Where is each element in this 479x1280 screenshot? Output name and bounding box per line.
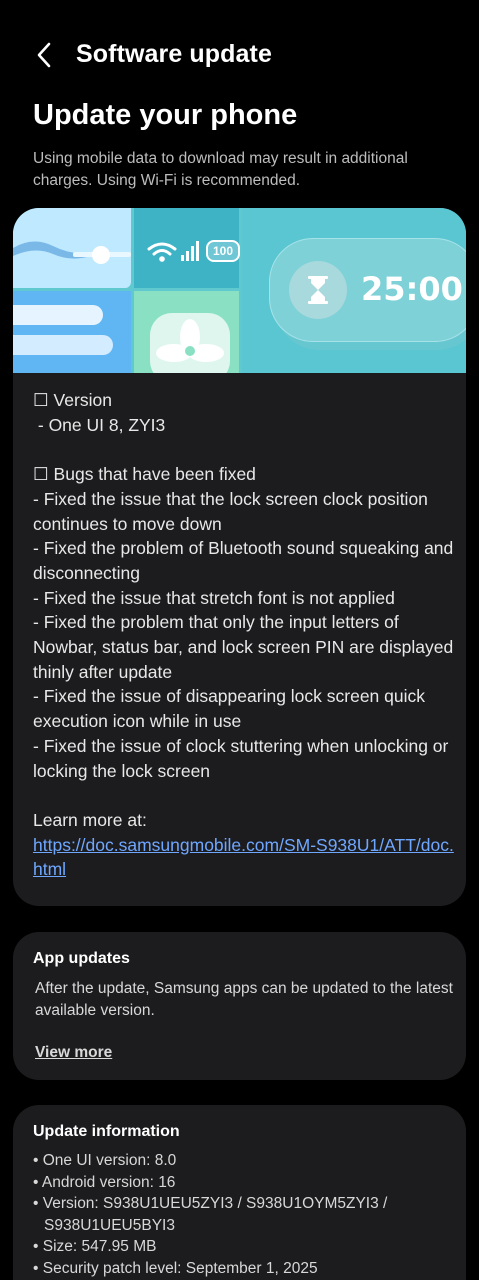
view-more-link[interactable]: View more xyxy=(35,1044,112,1062)
chevron-left-icon xyxy=(37,42,51,68)
app-updates-body: After the update, Samsung apps can be up… xyxy=(35,980,453,1019)
fan-icon xyxy=(150,313,230,373)
bug-item: - Fixed the issue of clock stuttering wh… xyxy=(33,735,454,781)
learn-more-link[interactable]: https://doc.samsungmobile.com/SM-S938U1/… xyxy=(33,835,454,880)
info-item: • Android version: 16 xyxy=(33,1173,176,1191)
bug-item: - Fixed the issue of disappearing lock s… xyxy=(33,686,430,732)
release-notes-card[interactable]: 100 25:00 ☐ Version - One UI 8, ZYI3 ☐ B… xyxy=(13,208,466,906)
signal-icon xyxy=(181,241,199,261)
learn-more-label: Learn more at: xyxy=(33,809,147,830)
bug-item: - Fixed the problem of Bluetooth sound s… xyxy=(33,538,459,583)
fan-tile xyxy=(134,291,239,373)
toggle-tile xyxy=(13,291,131,373)
app-updates-title: App updates xyxy=(33,950,130,967)
header-title: Software update xyxy=(76,40,272,68)
timer-text: 25:00 xyxy=(361,270,463,308)
app-header: Software update xyxy=(0,0,479,110)
wifi-icon xyxy=(147,242,177,262)
bug-item: - Fixed the problem that only the input … xyxy=(33,612,459,682)
version-value: - One UI 8, ZYI3 xyxy=(33,414,166,435)
brightness-slider-tile xyxy=(13,208,131,288)
mobile-data-notice: Using mobile data to download may result… xyxy=(33,150,408,189)
bug-item: - Fixed the issue that stretch font is n… xyxy=(33,587,395,608)
battery-indicator: 100 xyxy=(206,240,240,262)
bug-item: - Fixed the issue that the lock screen c… xyxy=(33,488,433,534)
hourglass-icon xyxy=(289,261,347,319)
version-heading: ☐ Version xyxy=(33,390,112,410)
info-item: • Version: S938U1UEU5ZYI3 / S938U1OYM5ZY… xyxy=(33,1195,388,1234)
app-updates-card: App updates After the update, Samsung ap… xyxy=(13,932,466,1080)
update-banner-image: 100 25:00 xyxy=(13,208,466,373)
page-title: Update your phone xyxy=(33,99,298,131)
update-information-card: Update information • One UI version: 8.0… xyxy=(13,1105,466,1280)
update-information-list: • One UI version: 8.0 • Android version:… xyxy=(33,1150,458,1279)
release-notes: ☐ Version - One UI 8, ZYI3 ☐ Bugs that h… xyxy=(33,388,458,882)
back-button[interactable] xyxy=(28,38,60,72)
info-item: • One UI version: 8.0 xyxy=(33,1152,177,1169)
info-item: • Security patch level: September 1, 202… xyxy=(33,1259,318,1277)
info-item: • Size: 547.95 MB xyxy=(33,1238,157,1255)
update-information-title: Update information xyxy=(33,1123,180,1140)
bugs-heading: ☐ Bugs that have been fixed xyxy=(33,464,256,485)
